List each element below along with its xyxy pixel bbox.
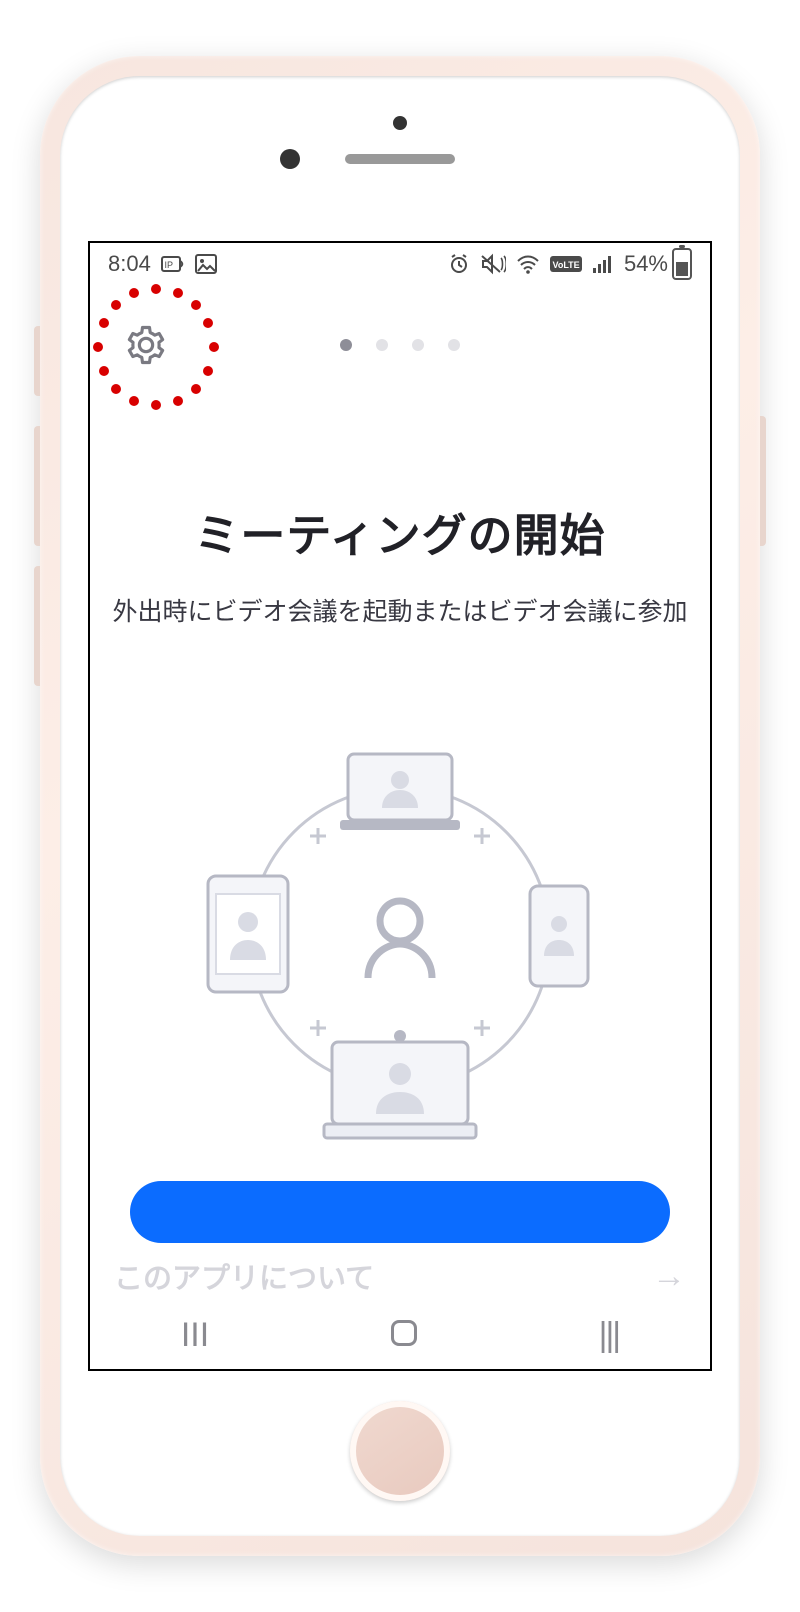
proximity-sensor bbox=[393, 116, 407, 130]
physical-home-button bbox=[350, 1401, 450, 1501]
battery-percent: 54% bbox=[624, 251, 668, 277]
volume-down-button bbox=[34, 566, 40, 686]
status-time: 8:04 bbox=[108, 251, 151, 277]
conference-device-icon bbox=[324, 1030, 476, 1138]
alarm-icon bbox=[448, 253, 470, 275]
slide-subtitle: 外出時にビデオ会議を起動またはビデオ会議に参加 bbox=[102, 592, 697, 628]
ear-speaker bbox=[345, 154, 455, 164]
power-button bbox=[760, 416, 766, 546]
smartphone-icon bbox=[530, 886, 588, 986]
svg-text:IP: IP bbox=[164, 260, 173, 270]
android-nav-bar: III ||| bbox=[90, 1301, 710, 1369]
laptop-icon bbox=[340, 754, 460, 830]
ip-call-icon: IP bbox=[161, 254, 185, 274]
page-dot bbox=[376, 339, 388, 351]
nav-recent-button[interactable]: III bbox=[181, 1316, 209, 1355]
about-app-label: このアプリについて bbox=[114, 1255, 374, 1297]
battery-icon bbox=[672, 248, 692, 280]
battery-indicator: 54% bbox=[624, 248, 692, 280]
arrow-right-icon: → bbox=[652, 1257, 686, 1296]
primary-cta-button[interactable] bbox=[130, 1181, 670, 1243]
mute-vibrate-icon bbox=[480, 253, 506, 275]
meeting-devices-illustration bbox=[190, 728, 610, 1148]
gear-icon bbox=[125, 324, 167, 366]
settings-button[interactable] bbox=[118, 317, 174, 373]
volte-icon: VoLTE bbox=[550, 256, 582, 272]
about-app-link[interactable]: このアプリについて → bbox=[90, 1251, 710, 1301]
wifi-icon bbox=[516, 254, 540, 274]
tablet-icon bbox=[208, 876, 288, 992]
svg-text:VoLTE: VoLTE bbox=[552, 260, 579, 270]
page-dot bbox=[448, 339, 460, 351]
signal-icon bbox=[592, 254, 614, 274]
device-screen: 8:04 IP bbox=[88, 241, 712, 1371]
phone-bezel: 8:04 IP bbox=[60, 76, 740, 1536]
nav-back-button[interactable]: ||| bbox=[599, 1316, 620, 1355]
front-camera bbox=[280, 149, 300, 169]
page-dot bbox=[412, 339, 424, 351]
status-bar: 8:04 IP bbox=[90, 243, 710, 285]
onboarding-slide[interactable]: ミーティングの開始 外出時にビデオ会議を起動またはビデオ会議に参加 bbox=[90, 405, 710, 1181]
side-button bbox=[34, 326, 40, 396]
page-dot bbox=[340, 339, 352, 351]
nav-home-button[interactable] bbox=[391, 1316, 417, 1355]
phone-mockup-frame: 8:04 IP bbox=[40, 56, 760, 1556]
app-header bbox=[90, 285, 710, 405]
page-indicator bbox=[340, 339, 460, 351]
image-icon bbox=[195, 254, 217, 274]
volume-up-button bbox=[34, 426, 40, 546]
slide-title: ミーティングの開始 bbox=[194, 499, 605, 564]
